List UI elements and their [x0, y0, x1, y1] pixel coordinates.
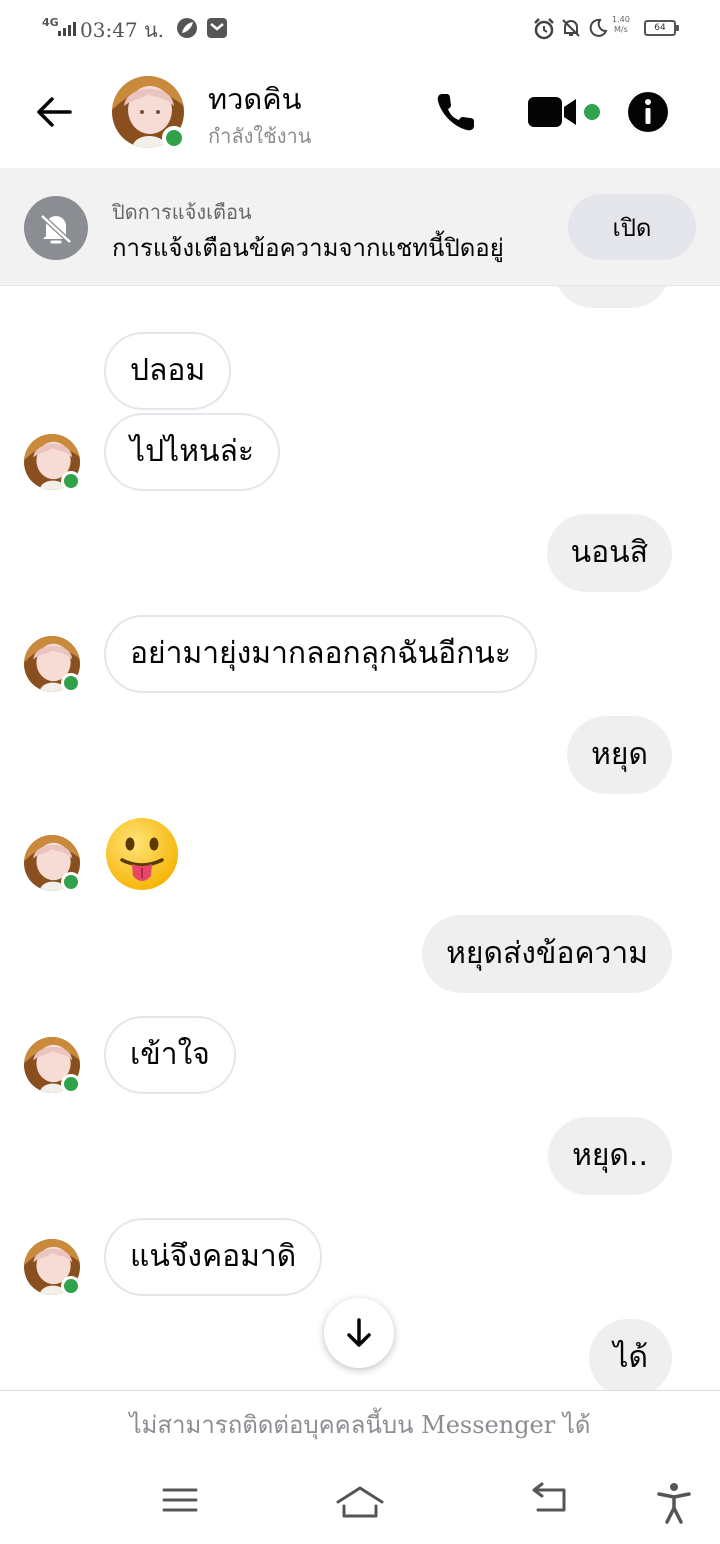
- message-bubble-outgoing[interactable]: ได้: [589, 1319, 672, 1390]
- network-speed-value: 1.40: [612, 15, 630, 24]
- message-bubble-outgoing[interactable]: หยุด: [567, 716, 672, 794]
- message-bubble-incoming[interactable]: แน่จึงคอมาดิ: [104, 1218, 323, 1296]
- message-bubble-incoming[interactable]: อย่ามายุ่งมากลอกลุกฉันอีกนะ: [104, 615, 537, 693]
- video-camera-icon[interactable]: [526, 94, 578, 130]
- do-not-disturb-moon-icon: [589, 18, 608, 37]
- arrow-down-icon: [347, 1318, 371, 1347]
- online-indicator: [61, 1276, 81, 1296]
- contact-status: กำลังใช้งาน: [208, 124, 312, 148]
- video-active-indicator: [584, 104, 600, 120]
- online-indicator: [162, 126, 186, 150]
- network-speed: 1.40 M/s: [612, 15, 630, 35]
- tongue-out-emoji[interactable]: [104, 816, 180, 892]
- message-bubble-outgoing[interactable]: หยุดส่งข้อความ: [422, 915, 672, 993]
- network-speed-unit: M/s: [614, 25, 628, 34]
- cannot-contact-notice: ไม่สามารถติดต่อบุคคลนี้บน Messenger ได้: [0, 1390, 720, 1458]
- unmute-button[interactable]: เปิด: [568, 194, 696, 260]
- message-bubble-outgoing[interactable]: นอนสิ: [546, 514, 672, 592]
- notifications-off-icon: [562, 19, 580, 37]
- status-time: 03:47 น.: [80, 18, 165, 42]
- recent-apps-menu-icon[interactable]: [160, 1482, 200, 1518]
- leaf-app-icon: [177, 18, 197, 38]
- message-bubble-incoming[interactable]: ไปไหนล่ะ: [104, 413, 280, 491]
- mute-description: การแจ้งเตือนข้อความจากแชทนี้ปิดอยู่: [112, 234, 504, 262]
- contact-name[interactable]: ทวดคิน: [208, 76, 301, 122]
- chat-header: ทวดคิน กำลังใช้งาน: [0, 56, 720, 168]
- online-indicator: [61, 673, 81, 693]
- back-arrow-icon[interactable]: [30, 92, 82, 132]
- battery-level: 64: [654, 23, 666, 33]
- system-navigation-bar: [0, 1458, 720, 1544]
- message-bubble-incoming[interactable]: ปลอม: [104, 332, 232, 410]
- mail-app-icon: [207, 18, 227, 38]
- message-bubble-incoming[interactable]: เข้าใจ: [104, 1016, 236, 1094]
- online-indicator: [61, 471, 81, 491]
- online-indicator: [61, 872, 81, 892]
- alarm-icon: [534, 18, 554, 40]
- phone-icon[interactable]: [434, 90, 478, 134]
- home-icon[interactable]: [334, 1482, 386, 1522]
- message-list[interactable]: ปลอม ไปไหนล่ะ นอนสิ อย่ามายุ่งมากลอกลุกฉ…: [0, 286, 720, 1390]
- message-bubble-outgoing-partial[interactable]: [554, 286, 670, 308]
- status-bar: 4G 03:47 น. 1.40 M/s 64: [0, 0, 720, 56]
- scroll-to-bottom-button[interactable]: [324, 1298, 394, 1368]
- signal-icon: [58, 22, 76, 36]
- mute-title: ปิดการแจ้งเตือน: [112, 200, 252, 224]
- battery-icon: 64: [644, 20, 679, 36]
- bell-off-icon: [24, 196, 88, 260]
- muted-notifications-banner: ปิดการแจ้งเตือน การแจ้งเตือนข้อความจากแช…: [0, 168, 720, 286]
- message-bubble-outgoing[interactable]: หยุด..: [548, 1117, 672, 1195]
- back-navigation-icon[interactable]: [528, 1482, 572, 1518]
- online-indicator: [61, 1074, 81, 1094]
- info-icon[interactable]: [626, 90, 670, 134]
- network-type: 4G: [42, 16, 59, 29]
- accessibility-icon[interactable]: [656, 1482, 692, 1524]
